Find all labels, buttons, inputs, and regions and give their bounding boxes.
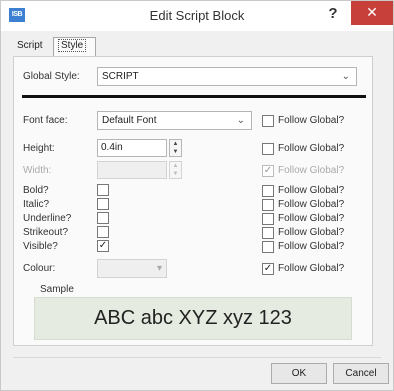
chevron-down-icon: ⌄ [341, 71, 350, 82]
width-input[interactable] [97, 161, 167, 179]
italic-label: Italic? [23, 199, 50, 210]
underline-label: Underline? [23, 213, 72, 224]
visible-follow-global-checkbox[interactable] [262, 241, 274, 253]
visible-checkbox[interactable]: ✓ [97, 240, 109, 252]
follow-global-label: Follow Global? [278, 185, 345, 196]
follow-global-label: Follow Global? [278, 199, 345, 210]
width-label: Width: [23, 165, 52, 176]
height-label: Height: [23, 143, 55, 154]
global-style-label: Global Style: [23, 71, 80, 82]
follow-global-label: Follow Global? [278, 263, 345, 274]
visible-label: Visible? [23, 241, 58, 252]
style-panel: Global Style: SCRIPT ⌄ Font face: Defaul… [13, 56, 373, 346]
strikeout-follow-global-checkbox[interactable] [262, 227, 274, 239]
font-face-follow-global-checkbox[interactable] [262, 115, 274, 127]
bold-follow-global-checkbox[interactable] [262, 185, 274, 197]
font-face-value: Default Font [102, 115, 157, 126]
tab-script[interactable]: Script [13, 38, 54, 56]
follow-global-label: Follow Global? [278, 241, 345, 252]
help-button[interactable]: ? [321, 3, 345, 25]
close-icon: ✕ [366, 4, 378, 20]
ok-button[interactable]: OK [271, 363, 327, 384]
height-input[interactable]: 0.4in [97, 139, 167, 157]
title-bar[interactable]: ISB Edit Script Block ? ✕ [1, 1, 393, 31]
colour-select[interactable]: ▾ [97, 259, 167, 278]
height-follow-global-checkbox[interactable] [262, 143, 274, 155]
colour-follow-global-checkbox[interactable]: ✓ [262, 263, 274, 275]
sample-preview: ABC abc XYZ xyz 123 [34, 297, 352, 340]
divider [22, 95, 366, 98]
follow-global-label: Follow Global? [278, 165, 345, 176]
close-button[interactable]: ✕ [351, 1, 393, 25]
width-stepper[interactable]: ▲ ▼ [169, 161, 182, 179]
strikeout-label: Strikeout? [23, 227, 69, 238]
width-follow-global-checkbox[interactable]: ✓ [262, 165, 274, 177]
global-style-value: SCRIPT [102, 71, 139, 82]
italic-checkbox[interactable] [97, 198, 109, 210]
follow-global-label: Follow Global? [278, 143, 345, 154]
cancel-button[interactable]: Cancel [333, 363, 389, 384]
italic-follow-global-checkbox[interactable] [262, 199, 274, 211]
follow-global-label: Follow Global? [278, 213, 345, 224]
underline-follow-global-checkbox[interactable] [262, 213, 274, 225]
follow-global-label: Follow Global? [278, 115, 345, 126]
tab-style-label: Style [58, 39, 87, 52]
height-stepper[interactable]: ▲ ▼ [169, 139, 182, 157]
global-style-select[interactable]: SCRIPT ⌄ [97, 67, 357, 86]
colour-label: Colour: [23, 263, 56, 274]
edit-script-block-dialog: ISB Edit Script Block ? ✕ Script Style G… [0, 0, 394, 391]
bold-label: Bold? [23, 185, 49, 196]
footer-divider [13, 357, 381, 358]
sample-label: Sample [40, 284, 74, 295]
strikeout-checkbox[interactable] [97, 226, 109, 238]
font-face-select[interactable]: Default Font ⌄ [97, 111, 252, 130]
underline-checkbox[interactable] [97, 212, 109, 224]
bold-checkbox[interactable] [97, 184, 109, 196]
chevron-down-icon: ⌄ [236, 115, 245, 126]
font-face-label: Font face: [23, 115, 68, 126]
tab-style[interactable]: Style [53, 37, 96, 56]
chevron-down-icon: ▾ [156, 263, 162, 274]
follow-global-label: Follow Global? [278, 227, 345, 238]
